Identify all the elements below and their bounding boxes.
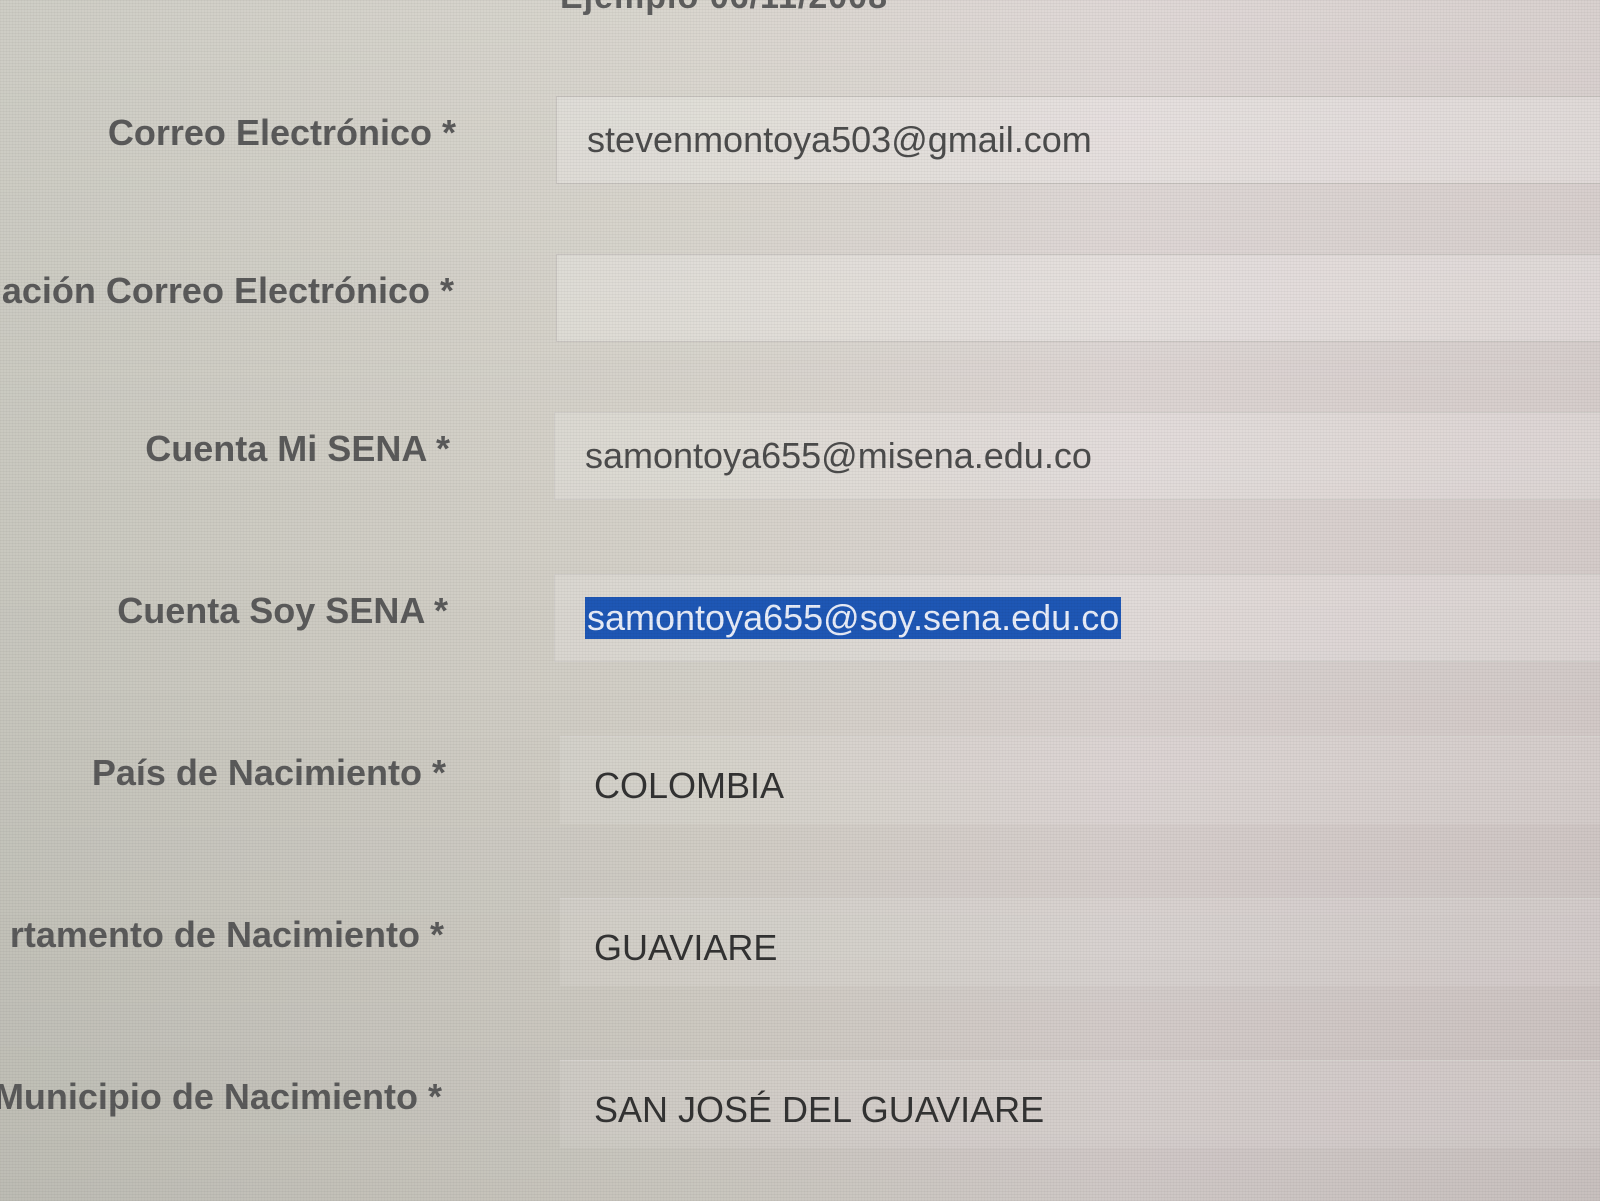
soy-sena-field[interactable]: samontoya655@soy.sena.edu.co bbox=[554, 574, 1600, 662]
birth-municipality-row: Municipio de Nacimiento * SAN JOSÉ DEL G… bbox=[0, 1060, 1600, 1196]
email-value: stevenmontoya503@gmail.com bbox=[587, 119, 1092, 160]
email-label: Correo Electrónico * bbox=[107, 112, 456, 153]
email-row: Correo Electrónico * stevenmontoya503@gm… bbox=[0, 96, 1600, 232]
registration-form: Correo Electrónico * stevenmontoya503@gm… bbox=[0, 0, 1600, 1201]
birth-municipality-label: Municipio de Nacimiento * bbox=[0, 1076, 442, 1117]
email-confirmation-field[interactable] bbox=[556, 254, 1600, 342]
mi-sena-row: Cuenta Mi SENA * samontoya655@misena.edu… bbox=[0, 412, 1600, 548]
birth-country-select[interactable]: COLOMBIA bbox=[560, 736, 1600, 824]
birth-department-label: rtamento de Nacimiento * bbox=[9, 914, 444, 955]
soy-sena-row: Cuenta Soy SENA * samontoya655@soy.sena.… bbox=[0, 574, 1600, 710]
mi-sena-field[interactable]: samontoya655@misena.edu.co bbox=[554, 412, 1600, 500]
birth-country-label: País de Nacimiento * bbox=[91, 752, 446, 793]
birth-department-value: GUAVIARE bbox=[594, 927, 778, 968]
mi-sena-value: samontoya655@misena.edu.co bbox=[585, 435, 1092, 476]
mi-sena-label: Cuenta Mi SENA * bbox=[145, 428, 450, 469]
birth-department-row: rtamento de Nacimiento * GUAVIARE bbox=[0, 898, 1600, 1034]
birth-department-select[interactable]: GUAVIARE bbox=[560, 898, 1600, 986]
birth-municipality-select[interactable]: SAN JOSÉ DEL GUAVIARE bbox=[560, 1060, 1600, 1148]
soy-sena-value-selected: samontoya655@soy.sena.edu.co bbox=[585, 597, 1122, 639]
email-field[interactable]: stevenmontoya503@gmail.com bbox=[556, 96, 1600, 184]
birth-country-row: País de Nacimiento * COLOMBIA bbox=[0, 736, 1600, 872]
birth-municipality-value: SAN JOSÉ DEL GUAVIARE bbox=[594, 1089, 1045, 1130]
birth-country-value: COLOMBIA bbox=[594, 765, 785, 806]
soy-sena-label: Cuenta Soy SENA * bbox=[117, 590, 448, 631]
email-confirmation-label: ación Correo Electrónico * bbox=[1, 270, 454, 311]
email-confirmation-row: ación Correo Electrónico * bbox=[0, 254, 1600, 390]
